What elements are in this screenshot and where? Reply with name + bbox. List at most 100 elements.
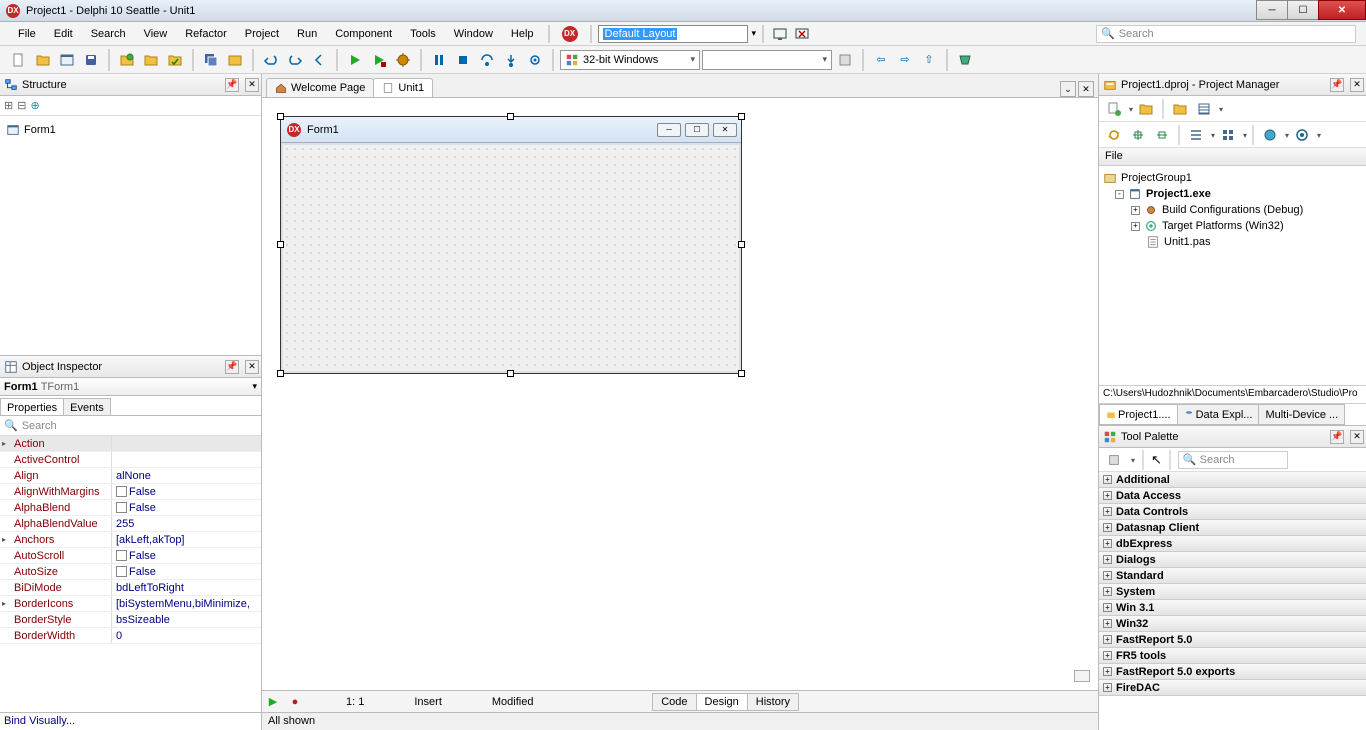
- tab-list-button[interactable]: ⌄: [1060, 81, 1076, 97]
- palette-category[interactable]: +FR5 tools: [1099, 647, 1366, 664]
- sync-button[interactable]: [1103, 125, 1125, 145]
- stop-button[interactable]: [452, 49, 474, 71]
- property-value[interactable]: alNone: [112, 468, 261, 483]
- property-row[interactable]: AlphaBlendValue255: [0, 516, 261, 532]
- step-over-button[interactable]: [476, 49, 498, 71]
- tab-welcome[interactable]: Welcome Page: [266, 78, 374, 97]
- list-dropdown[interactable]: [1209, 129, 1215, 141]
- form-close-button[interactable]: ✕: [713, 123, 737, 137]
- palette-category[interactable]: +Win 3.1: [1099, 599, 1366, 616]
- close-tab-button[interactable]: ✕: [1078, 81, 1094, 97]
- tab-unit1[interactable]: Unit1: [373, 78, 433, 97]
- step-out-button[interactable]: [524, 49, 546, 71]
- layout-combo[interactable]: Default Layout: [598, 25, 748, 43]
- platform-combo[interactable]: 32-bit Windows: [560, 50, 700, 70]
- close-panel-button[interactable]: ✕: [245, 360, 259, 374]
- save-button[interactable]: [80, 49, 102, 71]
- back-button[interactable]: [308, 49, 330, 71]
- grid-dropdown[interactable]: [1241, 129, 1247, 141]
- new-form-button[interactable]: [56, 49, 78, 71]
- run-dropdown[interactable]: [1315, 129, 1321, 141]
- pin-button[interactable]: 📌: [1330, 430, 1344, 444]
- pm-tab-data-explorer[interactable]: Data Expl...: [1177, 404, 1260, 425]
- menu-edit[interactable]: Edit: [46, 25, 81, 43]
- tree-unit-file[interactable]: Unit1.pas: [1103, 234, 1362, 250]
- palette-category[interactable]: +Data Access: [1099, 487, 1366, 504]
- tab-design[interactable]: Design: [696, 693, 748, 711]
- property-value[interactable]: [112, 452, 261, 467]
- bind-visually-link[interactable]: Bind Visually...: [0, 712, 261, 730]
- menu-run[interactable]: Run: [289, 25, 325, 43]
- checkbox-icon[interactable]: [116, 566, 127, 577]
- tab-code[interactable]: Code: [652, 693, 696, 711]
- tree-project[interactable]: - Project1.exe: [1103, 186, 1362, 202]
- expand-icon[interactable]: +: [1103, 555, 1112, 564]
- window-minimize-button[interactable]: ─: [1256, 0, 1288, 20]
- new-item-button[interactable]: [1103, 99, 1125, 119]
- property-grid[interactable]: ActionActiveControlAlignalNoneAlignWithM…: [0, 436, 261, 712]
- grid-button[interactable]: [1217, 125, 1239, 145]
- expand-icon[interactable]: ⊞: [4, 99, 13, 112]
- expand-icon[interactable]: +: [1103, 619, 1112, 628]
- dx-logo-icon[interactable]: DX: [562, 26, 578, 42]
- property-value[interactable]: False: [112, 548, 261, 563]
- palette-category[interactable]: +FastReport 5.0 exports: [1099, 663, 1366, 680]
- inspector-object-combo[interactable]: Form1 TForm1: [0, 378, 261, 396]
- expand-button[interactable]: [1127, 125, 1149, 145]
- build-dropdown[interactable]: [1283, 129, 1289, 141]
- save-project-button[interactable]: [164, 49, 186, 71]
- palette-category[interactable]: +Additional: [1099, 472, 1366, 488]
- expand-icon[interactable]: +: [1131, 206, 1140, 215]
- close-panel-button[interactable]: ✕: [245, 78, 259, 92]
- form-maximize-button[interactable]: ☐: [685, 123, 709, 137]
- palette-category[interactable]: +Data Controls: [1099, 503, 1366, 520]
- global-search-input[interactable]: 🔍 Search: [1096, 25, 1356, 43]
- config-combo[interactable]: [702, 50, 832, 70]
- property-row[interactable]: AlignWithMarginsFalse: [0, 484, 261, 500]
- run-proj-button[interactable]: [1291, 125, 1313, 145]
- options-button[interactable]: [834, 49, 856, 71]
- property-row[interactable]: AutoScrollFalse: [0, 548, 261, 564]
- project-tree[interactable]: ProjectGroup1 - Project1.exe + Build Con…: [1099, 166, 1366, 385]
- open-file-button[interactable]: [224, 49, 246, 71]
- property-row[interactable]: AlphaBlendFalse: [0, 500, 261, 516]
- form-client-area[interactable]: [281, 143, 741, 373]
- recent-folder-button[interactable]: [1169, 99, 1191, 119]
- collapse-button[interactable]: [1151, 125, 1173, 145]
- property-value[interactable]: bsSizeable: [112, 612, 261, 627]
- menu-window[interactable]: Window: [446, 25, 501, 43]
- form-minimize-button[interactable]: ─: [657, 123, 681, 137]
- views-button[interactable]: [1193, 99, 1215, 119]
- nav-back-button[interactable]: ⇦: [870, 49, 892, 71]
- property-value[interactable]: False: [112, 564, 261, 579]
- menu-search[interactable]: Search: [83, 25, 134, 43]
- palette-category[interactable]: +Dialogs: [1099, 551, 1366, 568]
- new-item-dropdown[interactable]: [1127, 103, 1133, 115]
- nav-up-button[interactable]: ⇧: [918, 49, 940, 71]
- property-value[interactable]: 0: [112, 628, 261, 643]
- window-maximize-button[interactable]: ☐: [1287, 0, 1319, 20]
- palette-category[interactable]: +Datasnap Client: [1099, 519, 1366, 536]
- close-panel-button[interactable]: ✕: [1350, 430, 1364, 444]
- palette-category-list[interactable]: +Additional+Data Access+Data Controls+Da…: [1099, 472, 1366, 730]
- desktop-save-icon[interactable]: [772, 26, 788, 42]
- tab-events[interactable]: Events: [63, 398, 111, 415]
- property-value[interactable]: [112, 436, 261, 451]
- property-value[interactable]: [akLeft,akTop]: [112, 532, 261, 547]
- pm-tab-multidevice[interactable]: Multi-Device ...: [1258, 404, 1345, 425]
- expand-icon[interactable]: +: [1103, 683, 1112, 692]
- pm-tab-project[interactable]: Project1....: [1099, 404, 1178, 425]
- redo-button[interactable]: [284, 49, 306, 71]
- menu-component[interactable]: Component: [327, 25, 400, 43]
- property-value[interactable]: False: [112, 484, 261, 499]
- expand-icon[interactable]: +: [1103, 635, 1112, 644]
- nav-forward-button[interactable]: ⇨: [894, 49, 916, 71]
- property-value[interactable]: bdLeftToRight: [112, 580, 261, 595]
- tree-project-group[interactable]: ProjectGroup1: [1103, 170, 1362, 186]
- menu-file[interactable]: File: [10, 25, 44, 43]
- tree-build-config[interactable]: + Build Configurations (Debug): [1103, 202, 1362, 218]
- property-row[interactable]: ActiveControl: [0, 452, 261, 468]
- desktop-delete-icon[interactable]: [794, 26, 810, 42]
- expand-all-icon[interactable]: ⊕: [30, 99, 39, 112]
- pin-button[interactable]: 📌: [225, 78, 239, 92]
